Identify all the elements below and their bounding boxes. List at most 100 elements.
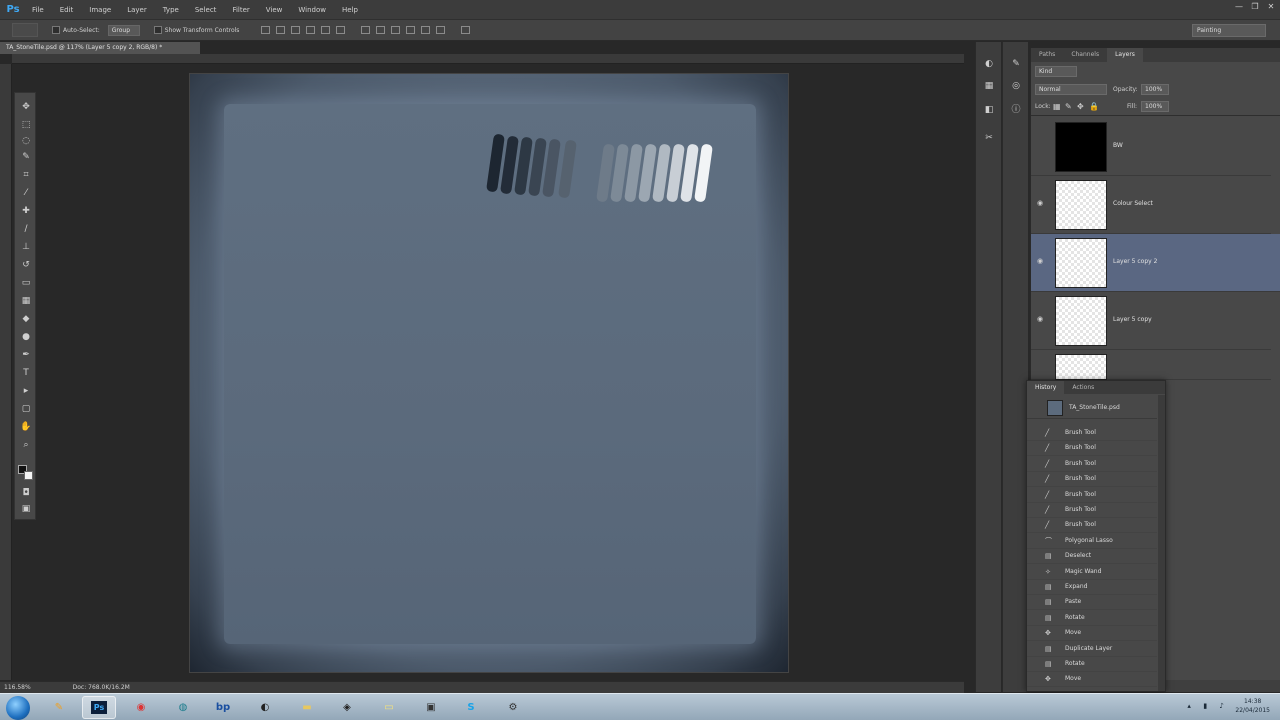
history-item[interactable]: ╱ Brush Tool	[1027, 488, 1157, 503]
tray-arrow-icon[interactable]: ▴	[1187, 702, 1195, 710]
history-item[interactable]: ▤ Duplicate Layer	[1027, 642, 1157, 657]
align-left-icon[interactable]	[306, 26, 316, 34]
brush-tool-icon[interactable]: ∕	[19, 223, 33, 235]
menu-image[interactable]: Image	[81, 6, 119, 14]
history-item[interactable]: ▤ Rotate	[1027, 657, 1157, 672]
taskbar-obs[interactable]: ◐	[248, 696, 282, 719]
tab-layers[interactable]: Layers	[1107, 48, 1143, 62]
taskbar-unity[interactable]: ◈	[330, 696, 364, 719]
distribute-center-icon[interactable]	[421, 26, 431, 34]
blend-mode-dropdown[interactable]: Normal	[1035, 84, 1107, 95]
history-snapshot[interactable]: TA_StoneTile.psd	[1027, 397, 1157, 419]
type-tool-icon[interactable]: T	[19, 367, 33, 379]
volume-icon[interactable]: ♪	[1219, 702, 1227, 710]
opacity-field[interactable]: 100%	[1141, 84, 1169, 95]
history-item[interactable]: ╱ Brush Tool	[1027, 457, 1157, 472]
lasso-tool-icon[interactable]: ◌	[19, 135, 33, 147]
distribute-left-icon[interactable]	[406, 26, 416, 34]
menu-select[interactable]: Select	[187, 6, 225, 14]
taskbar-photoshop[interactable]: Ps	[82, 696, 116, 719]
distribute-bottom-icon[interactable]	[391, 26, 401, 34]
history-brush-tool-icon[interactable]: ↺	[19, 259, 33, 271]
hand-tool-icon[interactable]: ✋	[19, 421, 33, 433]
history-item[interactable]: ╱ Brush Tool	[1027, 518, 1157, 534]
taskbar-terminal[interactable]: ▣	[414, 696, 448, 719]
menu-layer[interactable]: Layer	[119, 6, 155, 14]
taskbar-skype[interactable]: S	[454, 696, 488, 719]
history-item[interactable]: ╱ Brush Tool	[1027, 426, 1157, 441]
pen-tool-icon[interactable]: ✒	[19, 349, 33, 361]
history-item[interactable]: ╱ Brush Tool	[1027, 472, 1157, 488]
menu-file[interactable]: File	[24, 6, 52, 14]
layer-row-partial[interactable]	[1031, 350, 1271, 380]
layer-filter-kind[interactable]: Kind	[1035, 66, 1077, 77]
layer-row-layer-5-copy-2[interactable]: ◉ Layer 5 copy 2	[1031, 234, 1280, 292]
menu-window[interactable]: Window	[290, 6, 334, 14]
distribute-middle-icon[interactable]	[376, 26, 386, 34]
move-tool-icon[interactable]: ✥	[19, 101, 33, 113]
tab-channels[interactable]: Channels	[1063, 48, 1107, 62]
tab-history[interactable]: History	[1027, 381, 1065, 394]
dodge-tool-icon[interactable]: ●	[19, 331, 33, 343]
tools-panel-icon[interactable]: ✂	[982, 132, 996, 144]
auto-select-checkbox[interactable]	[52, 26, 60, 34]
history-item[interactable]: ▤ Rotate	[1027, 611, 1157, 626]
visibility-eye-icon[interactable]: ◉	[1037, 257, 1047, 267]
background-color-swatch[interactable]	[24, 471, 33, 480]
history-item[interactable]: ╱ Brush Tool	[1027, 441, 1157, 457]
menu-edit[interactable]: Edit	[52, 6, 82, 14]
tool-preset-picker[interactable]	[12, 23, 38, 37]
lock-pixels-icon[interactable]: ✎	[1065, 102, 1072, 111]
eyedropper-tool-icon[interactable]: ⁄	[19, 187, 33, 199]
history-item[interactable]: ▤ Deselect	[1027, 549, 1157, 565]
align-right-icon[interactable]	[336, 26, 346, 34]
lock-all-icon[interactable]: 🔒	[1089, 102, 1099, 111]
distribute-right-icon[interactable]	[436, 26, 446, 34]
history-item[interactable]: ✧ Magic Wand	[1027, 565, 1157, 580]
marquee-tool-icon[interactable]: ⬚	[19, 119, 33, 131]
zoom-tool-icon[interactable]: ⌕	[19, 439, 33, 451]
layer-row-layer-5-copy[interactable]: ◉ Layer 5 copy	[1031, 292, 1271, 350]
quick-mask-icon[interactable]: ◘	[19, 487, 33, 499]
brush-presets-icon[interactable]: ✎	[1009, 58, 1023, 70]
system-clock[interactable]: 14:38 22/04/2015	[1235, 697, 1270, 715]
tab-paths[interactable]: Paths	[1031, 48, 1063, 62]
properties-panel-icon[interactable]: ◎	[1009, 80, 1023, 92]
quick-select-tool-icon[interactable]: ✎	[19, 151, 33, 163]
show-transform-checkbox[interactable]	[153, 26, 162, 34]
info-panel-icon[interactable]: ⓘ	[1009, 104, 1023, 116]
history-item[interactable]: ▤ Expand	[1027, 580, 1157, 595]
history-scrollbar[interactable]	[1158, 395, 1165, 691]
taskbar-chrome[interactable]: ◉	[124, 696, 158, 719]
eraser-tool-icon[interactable]: ▭	[19, 277, 33, 289]
document-tab[interactable]: TA_StoneTile.psd @ 117% (Layer 5 copy 2,…	[0, 42, 200, 54]
color-panel-icon[interactable]: ◐	[982, 58, 996, 70]
crop-tool-icon[interactable]: ⌗	[19, 169, 33, 181]
healing-brush-tool-icon[interactable]: ✚	[19, 205, 33, 217]
taskbar-folder[interactable]: ▬	[290, 696, 324, 719]
align-middle-icon[interactable]	[276, 26, 286, 34]
menu-view[interactable]: View	[258, 6, 291, 14]
history-item[interactable]: ✥ Move	[1027, 672, 1157, 688]
taskbar-tool-app[interactable]: ⚙	[496, 696, 530, 719]
menu-help[interactable]: Help	[334, 6, 366, 14]
network-icon[interactable]: ▮	[1203, 702, 1211, 710]
gradient-tool-icon[interactable]: ▦	[19, 295, 33, 307]
shape-tool-icon[interactable]: ▢	[19, 403, 33, 415]
menu-type[interactable]: Type	[155, 6, 187, 14]
align-bottom-icon[interactable]	[291, 26, 301, 34]
tab-actions[interactable]: Actions	[1064, 381, 1102, 394]
visibility-eye-icon[interactable]: ◉	[1037, 199, 1047, 209]
lock-transparency-icon[interactable]: ▦	[1053, 102, 1061, 111]
menu-filter[interactable]: Filter	[224, 6, 257, 14]
taskbar-bp-app[interactable]: bp	[206, 696, 240, 719]
swatches-panel-icon[interactable]: ▦	[982, 80, 996, 92]
taskbar-globe-app[interactable]: ◍	[166, 696, 200, 719]
close-button[interactable]: ✕	[1266, 2, 1276, 12]
restore-button[interactable]: ❐	[1250, 2, 1260, 12]
align-top-icon[interactable]	[261, 26, 271, 34]
auto-align-icon[interactable]	[461, 26, 471, 34]
layer-row-colour-select[interactable]: ◉ Colour Select	[1031, 176, 1271, 234]
lock-position-icon[interactable]: ✥	[1077, 102, 1084, 111]
adjustments-panel-icon[interactable]: ◧	[982, 104, 996, 116]
